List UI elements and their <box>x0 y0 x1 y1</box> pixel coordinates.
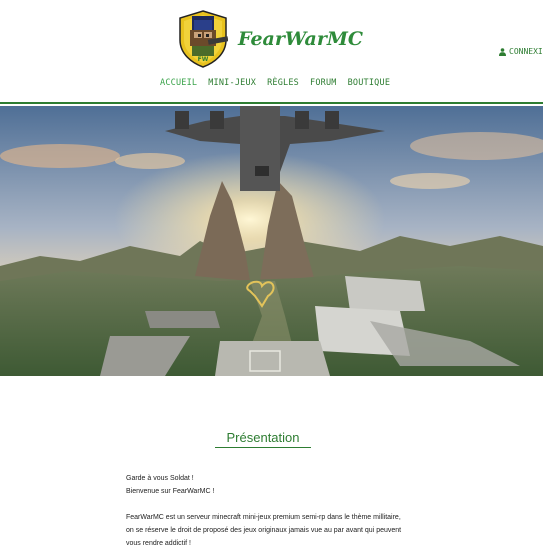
brand-name[interactable]: FearWarMC <box>238 28 363 50</box>
hero-landscape-image <box>0 106 543 376</box>
welcome-line: Bienvenue sur FearWarMC ! <box>126 488 215 495</box>
description-line-2: on se réserve le droit de proposé des je… <box>126 527 402 534</box>
presentation-content: Garde à vous Soldat ! Bienvenue sur Fear… <box>126 472 426 550</box>
logo[interactable]: FW FearWarMC <box>178 10 363 70</box>
login-link[interactable]: CONNEXIO <box>499 47 543 56</box>
site-header: FW FearWarMC CONNEXIO ACCUEIL MINI-JEUX … <box>0 0 543 104</box>
title-underline <box>215 447 311 448</box>
login-label: CONNEXIO <box>509 47 543 56</box>
nav-item-boutique[interactable]: BOUTIQUE <box>348 78 391 88</box>
main-nav: ACCUEIL MINI-JEUX RÈGLES FORUM BOUTIQUE <box>160 78 390 88</box>
logo-badge-text: FW <box>198 56 209 63</box>
user-icon <box>499 47 506 56</box>
hero-banner <box>0 106 543 376</box>
description-line-1: FearWarMC est un serveur minecraft mini-… <box>126 514 401 521</box>
nav-item-regles[interactable]: RÈGLES <box>267 78 299 88</box>
nav-item-forum[interactable]: FORUM <box>310 78 337 88</box>
nav-item-mini-jeux[interactable]: MINI-JEUX <box>208 78 256 88</box>
description-line-3: vous rendre addictif ! <box>126 540 191 547</box>
section-title: Présentation <box>226 430 300 445</box>
nav-item-accueil[interactable]: ACCUEIL <box>160 78 197 88</box>
shield-logo-icon: FW <box>179 10 228 68</box>
greeting-line: Garde à vous Soldat ! <box>126 475 194 482</box>
